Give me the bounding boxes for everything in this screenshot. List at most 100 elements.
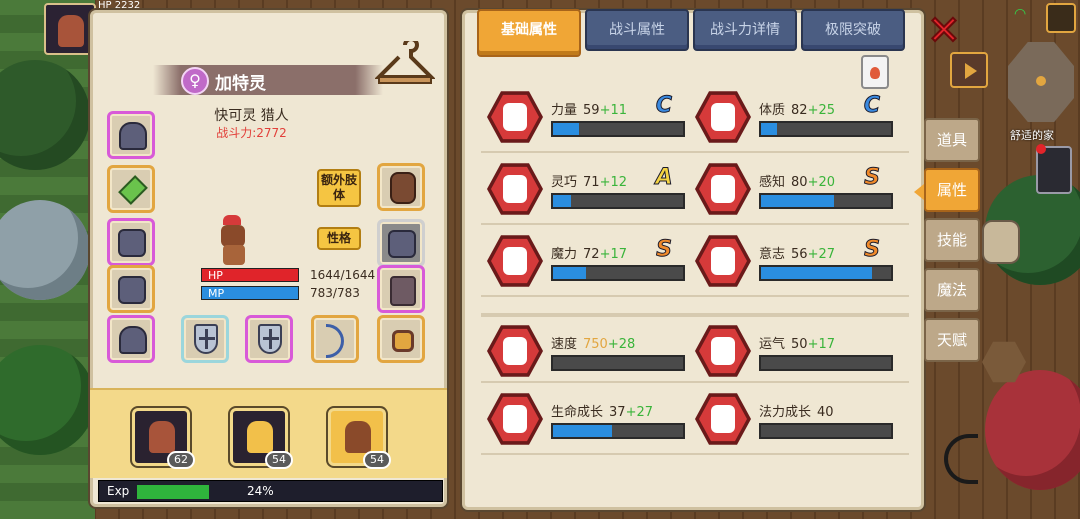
tab-bar: 基础属性 战斗属性 战斗力详情 极限突破 <box>477 9 905 57</box>
tab-combat-attributes[interactable]: 战斗属性 <box>585 9 689 51</box>
level-badge: 54 <box>363 451 391 469</box>
clover-icon <box>695 323 751 379</box>
stat-bonus: +28 <box>607 337 636 352</box>
stat-6[interactable]: 速度 750+28 <box>481 321 685 381</box>
ring-slot[interactable] <box>377 315 425 363</box>
armor-slot[interactable] <box>107 265 155 313</box>
stat-1[interactable]: 体质 82+25 C <box>689 87 893 147</box>
stat-bar-fill <box>553 123 579 135</box>
tab-power-details[interactable]: 战斗力详情 <box>693 9 797 51</box>
tab-limit-break[interactable]: 极限突破 <box>801 9 905 51</box>
stat-3[interactable]: 感知 80+20 S <box>689 159 893 219</box>
hp-bar: HP <box>201 268 299 282</box>
helmet-slot[interactable] <box>107 111 155 159</box>
party-member-1[interactable]: 62 <box>132 408 195 469</box>
locked-slot[interactable] <box>377 219 425 267</box>
running-icon <box>487 161 543 217</box>
party-member-2[interactable]: 54 <box>230 408 293 469</box>
stat-bonus: +17 <box>807 337 835 352</box>
robot-icon <box>119 326 147 354</box>
glove-slot[interactable] <box>377 163 425 211</box>
side-item-items[interactable]: 道具 <box>924 118 980 162</box>
stat-5[interactable]: 意志 56+27 S <box>689 231 893 291</box>
grade-badge: C <box>863 93 881 119</box>
phone-icon[interactable] <box>1036 144 1072 194</box>
muscle-icon <box>487 89 543 145</box>
party-member-3[interactable]: 54 <box>328 408 391 469</box>
stat-0[interactable]: 力量 59+11 C <box>481 87 685 147</box>
grade-badge: S <box>864 165 881 191</box>
exp-label: Exp <box>107 484 130 498</box>
location-label: 舒适的家 <box>1010 129 1054 142</box>
amulet-slot[interactable] <box>107 165 155 213</box>
side-item-skills[interactable]: 技能 <box>924 218 980 262</box>
stat-7[interactable]: 运气 50+17 <box>689 321 893 381</box>
stat-bonus: +25 <box>807 103 835 118</box>
exp-fill <box>137 485 209 499</box>
level-badge: 62 <box>167 451 195 469</box>
boots-icon <box>390 276 416 306</box>
stat-bar-fill <box>553 267 586 279</box>
mp-value: 783/783 <box>310 286 360 300</box>
boots-slot[interactable] <box>377 265 425 313</box>
stat-label: 运气 50+17 <box>759 337 835 352</box>
play-icon[interactable] <box>950 52 988 88</box>
stat-4[interactable]: 魔力 72+17 S <box>481 231 685 291</box>
stat-value: 80 <box>791 175 808 190</box>
side-item-talent[interactable]: 天赋 <box>924 318 980 362</box>
stat-8[interactable]: 生命成长 37+27 <box>481 389 685 449</box>
cape-slot[interactable] <box>107 218 155 266</box>
grade-badge: S <box>864 237 881 263</box>
minimap[interactable] <box>1008 42 1074 122</box>
stat-bonus: +12 <box>599 175 627 190</box>
side-item-magic[interactable]: 魔法 <box>924 268 980 312</box>
stat-bar-fill <box>761 195 834 207</box>
helmet-icon <box>119 122 147 150</box>
shield-slot-1[interactable] <box>181 315 229 363</box>
side-menu: 道具 属性 技能 魔法 天赋 <box>914 118 982 368</box>
player-mini-portrait[interactable] <box>44 3 96 55</box>
stat-value: 59 <box>583 103 600 118</box>
cape-icon <box>118 229 146 257</box>
shield-slot-2[interactable] <box>245 315 293 363</box>
tab-basic-attributes[interactable]: 基础属性 <box>477 9 581 57</box>
grade-badge: C <box>655 93 673 119</box>
hand-icon[interactable] <box>982 220 1020 264</box>
stat-row: 力量 59+11 C 体质 82+25 C <box>481 83 909 153</box>
stat-2[interactable]: 灵巧 71+12 A <box>481 159 685 219</box>
character-panel: ♀ 加特灵 快可灵 猎人 战斗力:2772 额外肢体 性格 HP 1644/16… <box>90 10 447 507</box>
level-badge: 54 <box>265 451 293 469</box>
armor-icon <box>118 276 146 304</box>
stat-row: 速度 750+28 运气 50+17 <box>481 313 909 383</box>
hanger-icon[interactable] <box>375 41 435 87</box>
exp-value: 24% <box>247 484 274 498</box>
stat-bar <box>551 121 685 137</box>
stat-label: 灵巧 71+12 <box>551 175 627 190</box>
personality-button[interactable]: 性格 <box>317 227 361 250</box>
stat-9[interactable]: 法力成长 40 <box>689 389 893 449</box>
stat-bar <box>759 423 893 439</box>
stat-label: 力量 59+11 <box>551 103 627 118</box>
mana-icon <box>695 391 751 447</box>
menu-icon[interactable] <box>1046 3 1076 33</box>
lock-icon <box>388 230 416 258</box>
grade-badge: A <box>655 165 673 191</box>
stat-label: 速度 750+28 <box>551 337 636 352</box>
stat-bonus: +17 <box>599 247 627 262</box>
stat-bar <box>551 355 685 371</box>
stat-bonus: +27 <box>807 247 835 262</box>
heart-icon <box>487 391 543 447</box>
accessory-slot[interactable] <box>107 315 155 363</box>
side-item-attributes[interactable]: 属性 <box>914 168 980 212</box>
avatar <box>345 421 371 453</box>
close-icon[interactable]: ✕ <box>926 10 962 52</box>
stat-value: 40 <box>817 405 834 420</box>
stat-bar <box>551 193 685 209</box>
eye-icon <box>695 161 751 217</box>
stat-row: 生命成长 37+27 法力成长 40 <box>481 385 909 455</box>
bow-slot[interactable] <box>311 315 359 363</box>
stat-bar <box>759 265 893 281</box>
stat-bar <box>551 423 685 439</box>
stat-label: 体质 82+25 <box>759 103 835 118</box>
extra-body-button[interactable]: 额外肢体 <box>317 169 361 207</box>
